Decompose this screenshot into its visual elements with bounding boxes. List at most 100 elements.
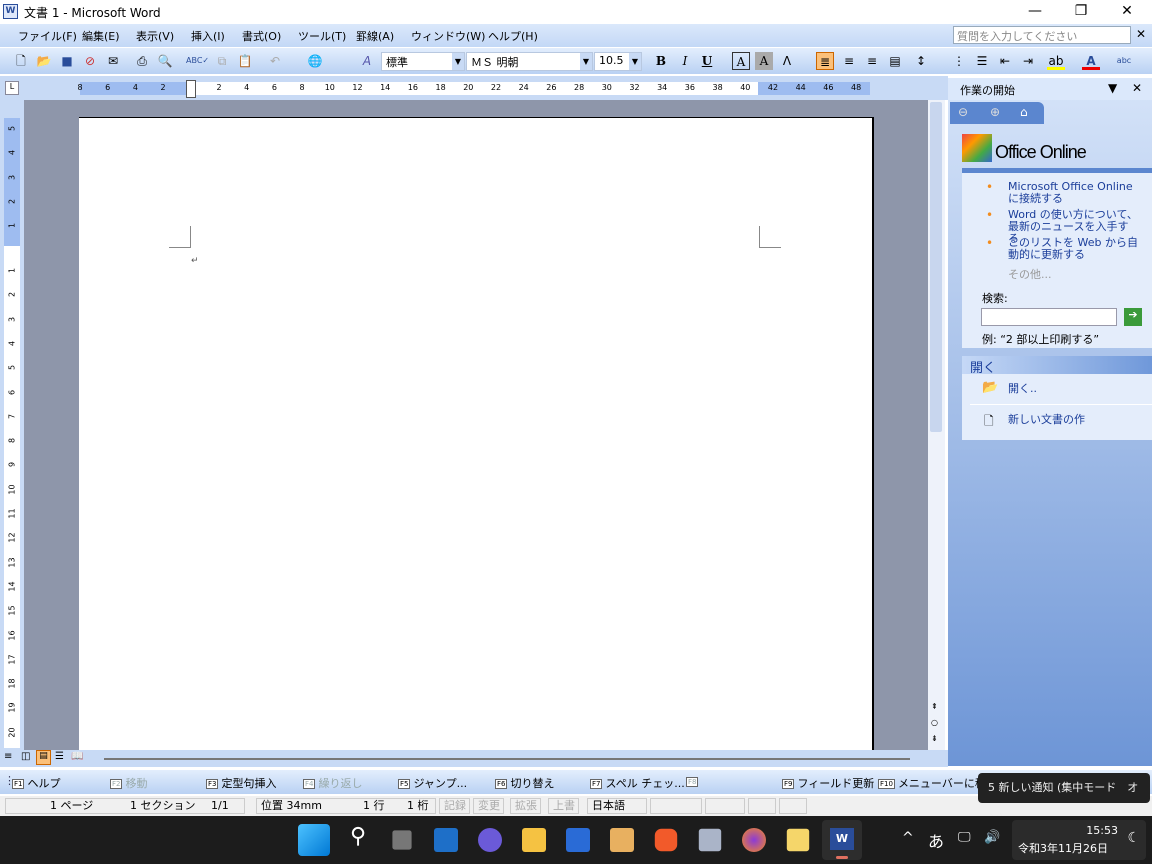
search-go-button[interactable]: ➔: [1124, 308, 1142, 326]
open-folder-icon[interactable]: 📂: [35, 52, 53, 70]
fkey-f9-button[interactable]: F9 フィールド更新: [782, 775, 874, 791]
firefox-icon[interactable]: [742, 828, 766, 852]
fkey-f4-button[interactable]: F4 繰り返し: [303, 775, 362, 791]
file-explorer-icon[interactable]: [522, 828, 546, 852]
app-icon[interactable]: [566, 828, 590, 852]
undo-icon[interactable]: ↶: [266, 52, 284, 70]
app-icon[interactable]: [698, 828, 722, 852]
maximize-button[interactable]: ❐: [1058, 0, 1104, 24]
align-center-icon[interactable]: ≡: [840, 52, 858, 70]
ask-question-input[interactable]: 質問を入力してください: [953, 26, 1131, 44]
phonetic-guide-icon[interactable]: ᐱ: [778, 52, 796, 70]
close-button[interactable]: ✕: [1104, 0, 1150, 24]
menu-tools[interactable]: ツール(T): [298, 28, 346, 44]
font-color-icon[interactable]: A: [1082, 52, 1100, 70]
close-document-button[interactable]: ✕: [1136, 27, 1146, 41]
folder-search-icon[interactable]: [786, 828, 810, 852]
email-icon[interactable]: ✉: [104, 52, 122, 70]
distributed-icon[interactable]: ▤: [886, 52, 904, 70]
increase-indent-icon[interactable]: ⇥: [1019, 52, 1037, 70]
copy-icon[interactable]: ⧉: [213, 52, 231, 70]
status-ovr[interactable]: 上書: [548, 798, 579, 814]
menu-file[interactable]: ファイル(F): [18, 28, 77, 44]
menu-help[interactable]: ヘルプ(H): [488, 28, 538, 44]
chevron-down-icon[interactable]: ▼: [580, 53, 592, 70]
menu-window[interactable]: ウィンドウ(W): [411, 28, 485, 44]
styles-icon[interactable]: A: [358, 52, 376, 70]
link-more[interactable]: その他...: [1008, 266, 1052, 282]
text-box-icon[interactable]: abc: [1115, 52, 1133, 70]
previous-page-icon[interactable]: ⇞: [931, 702, 938, 711]
save-icon[interactable]: ■: [58, 52, 76, 70]
back-icon[interactable]: ⊖: [958, 105, 968, 119]
search-input[interactable]: [981, 308, 1117, 326]
open-file-link[interactable]: 開く..: [1008, 383, 1037, 395]
show-hidden-icons-button[interactable]: ^: [902, 830, 914, 846]
indent-marker[interactable]: [186, 80, 196, 98]
print-layout-icon[interactable]: ▤: [36, 750, 51, 765]
justify-button[interactable]: ≣: [816, 52, 834, 70]
normal-view-icon[interactable]: ≡: [4, 751, 12, 762]
font-size-select[interactable]: 10.5 ▼: [594, 52, 642, 71]
status-trk[interactable]: 変更: [473, 798, 504, 814]
reading-layout-icon[interactable]: 📖: [71, 751, 83, 762]
volume-icon[interactable]: 🔊: [984, 830, 1000, 845]
next-page-icon[interactable]: ⇟: [931, 734, 938, 743]
menu-format[interactable]: 書式(O): [242, 28, 281, 44]
chevron-down-icon[interactable]: ▼: [629, 53, 641, 70]
teams-chat-icon[interactable]: [478, 828, 502, 852]
fkey-f8-button[interactable]: F8: [686, 775, 701, 788]
task-pane-menu-icon[interactable]: ▼: [1108, 81, 1117, 95]
link-auto-update[interactable]: このリストを Web から自動的に更新する: [1008, 237, 1138, 261]
widgets-icon[interactable]: [434, 828, 458, 852]
search-icon[interactable]: ⚲: [342, 824, 374, 856]
browse-object-icon[interactable]: ○: [931, 718, 938, 727]
ime-indicator[interactable]: あ: [928, 828, 944, 852]
horizontal-scrollbar[interactable]: [104, 758, 910, 760]
vertical-scrollbar[interactable]: ⇞ ○ ⇟: [928, 100, 945, 750]
new-document-link[interactable]: 新しい文書の作: [1008, 414, 1085, 426]
underline-button[interactable]: U: [698, 52, 716, 70]
new-document-icon[interactable]: 🗋: [12, 52, 30, 70]
print-icon[interactable]: ⎙: [133, 52, 151, 70]
decrease-indent-icon[interactable]: ⇤: [996, 52, 1014, 70]
fkey-f2-button[interactable]: F2 移動: [110, 775, 147, 791]
menu-edit[interactable]: 編集(E): [82, 28, 120, 44]
word-taskbar-button[interactable]: W: [822, 820, 862, 860]
status-rec[interactable]: 記録: [439, 798, 470, 814]
task-pane-close-icon[interactable]: ✕: [1132, 81, 1142, 95]
menu-table[interactable]: 罫線(A): [356, 28, 394, 44]
network-icon[interactable]: 🖵: [958, 830, 971, 845]
forward-icon[interactable]: ⊕: [990, 105, 1000, 119]
bullets-icon[interactable]: ☰: [973, 52, 991, 70]
brave-browser-icon[interactable]: [654, 828, 678, 852]
highlight-icon[interactable]: ab: [1047, 52, 1065, 70]
home-icon[interactable]: ⌂: [1020, 105, 1028, 119]
fkey-f10-button[interactable]: F10 メニューバーに移: [878, 775, 986, 791]
hyperlink-icon[interactable]: 🌐: [306, 52, 324, 70]
char-shading-icon[interactable]: A: [755, 52, 773, 70]
chevron-down-icon[interactable]: ▼: [452, 53, 464, 70]
scroll-thumb[interactable]: [930, 102, 942, 432]
fkey-f1-button[interactable]: F1 ヘルプ: [12, 775, 60, 791]
app-icon[interactable]: [610, 828, 634, 852]
char-border-icon[interactable]: A: [732, 52, 750, 70]
fkey-f6-button[interactable]: F6 切り替え: [495, 775, 554, 791]
spelling-icon[interactable]: ABC✓: [186, 52, 209, 70]
bold-button[interactable]: B: [652, 52, 670, 70]
menu-view[interactable]: 表示(V): [136, 28, 174, 44]
start-icon[interactable]: [298, 824, 330, 856]
font-select[interactable]: ＭＳ 明朝 ▼: [466, 52, 593, 71]
print-preview-icon[interactable]: 🔍: [156, 52, 174, 70]
style-select[interactable]: 標準 ▼: [381, 52, 465, 71]
menu-insert[interactable]: 挿入(I): [191, 28, 225, 44]
align-right-icon[interactable]: ≡: [863, 52, 881, 70]
web-layout-icon[interactable]: ◫: [21, 751, 30, 762]
minimize-button[interactable]: —: [1012, 0, 1058, 24]
fkey-f3-button[interactable]: F3 定型句挿入: [206, 775, 276, 791]
line-spacing-icon[interactable]: ↕: [912, 52, 930, 70]
fkey-f5-button[interactable]: F5 ジャンプ...: [398, 775, 467, 791]
clock-button[interactable]: 15:53 令和3年11月26日 ☾: [1012, 820, 1146, 860]
link-connect-online[interactable]: Microsoft Office Online に接続する: [1008, 181, 1138, 205]
paste-icon[interactable]: 📋: [236, 52, 254, 70]
